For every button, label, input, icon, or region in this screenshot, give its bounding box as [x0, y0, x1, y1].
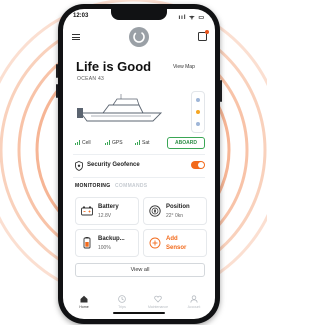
power-button — [220, 80, 222, 102]
top-bar — [63, 25, 215, 51]
nav-label-maintenance: Maintenance — [147, 305, 169, 309]
cell-status: Cell — [75, 137, 91, 149]
geofence-label: Security Geofence — [87, 162, 140, 168]
add-sensor-line1: Add — [166, 236, 178, 242]
view-all-button[interactable]: View all — [75, 263, 205, 277]
tab-monitoring[interactable]: MONITORING — [75, 183, 110, 189]
app-screen: 12:03 ııl ᯤ ▭ Life is Good OCEAN 43 View… — [63, 9, 215, 319]
notifications-icon[interactable] — [198, 30, 209, 41]
geofence-toggle[interactable] — [191, 161, 205, 169]
notch — [111, 9, 167, 20]
aboard-button[interactable]: ABOARD — [167, 137, 205, 149]
geofence-row: Security Geofence — [75, 159, 207, 173]
nav-label-account: Account — [187, 305, 201, 309]
signal-bars-icon — [105, 140, 110, 145]
status-icons: ııl ᯤ ▭ — [178, 15, 205, 21]
phone-frame: 12:03 ııl ᯤ ▭ Life is Good OCEAN 43 View… — [56, 4, 222, 324]
nav-label-trips: Trips — [118, 305, 126, 309]
battery-title: Battery — [98, 204, 119, 210]
nav-item-account[interactable]: Account — [179, 295, 209, 309]
position-value: 22° 0kn — [166, 213, 184, 219]
add-sensor-line2: Sensor — [166, 245, 187, 251]
backup-card[interactable]: Backup... 100% — [75, 229, 139, 257]
volume-down-button — [56, 84, 58, 98]
map-controls[interactable] — [191, 91, 205, 133]
position-title: Position — [166, 204, 190, 210]
battery-value: 12.8V — [98, 213, 112, 219]
connectivity-row: Cell GPS Sat ABOARD — [75, 137, 207, 149]
home-icon — [80, 295, 88, 303]
battery-card[interactable]: Battery 12.8V — [75, 197, 139, 225]
map-location-icon[interactable] — [196, 110, 200, 114]
tab-commands[interactable]: COMMANDS — [115, 183, 147, 189]
hamburger-menu-icon[interactable] — [72, 34, 80, 40]
divider — [73, 177, 205, 178]
home-indicator — [113, 312, 165, 314]
gps-label: GPS — [112, 140, 123, 146]
cell-label: Cell — [82, 140, 91, 146]
map-layer-icon[interactable] — [196, 98, 200, 102]
nav-item-maintenance[interactable]: Maintenance — [143, 295, 173, 309]
heart-icon — [154, 295, 162, 303]
tab-bar: MONITORING COMMANDS — [75, 183, 207, 193]
backup-title: Backup... — [98, 236, 125, 242]
map-zoom-icon[interactable] — [196, 122, 200, 126]
person-icon — [190, 295, 198, 303]
compass-icon — [149, 205, 161, 217]
battery-icon — [81, 206, 93, 216]
position-card[interactable]: Position 22° 0kn — [143, 197, 207, 225]
bottom-nav: Home Trips Maintenance Account — [63, 287, 215, 319]
boat-illustration — [77, 94, 163, 122]
nav-label-home: Home — [79, 305, 89, 309]
view-map-link[interactable]: View Map — [173, 64, 195, 70]
plus-circle-icon — [149, 237, 161, 249]
divider — [73, 154, 205, 155]
app-logo-icon[interactable] — [129, 27, 149, 47]
clock-icon — [118, 295, 126, 303]
add-sensor-card[interactable]: Add Sensor — [143, 229, 207, 257]
vessel-model: OCEAN 43 — [77, 76, 105, 82]
gps-status: GPS — [105, 137, 123, 149]
status-time: 12:03 — [73, 13, 89, 19]
vessel-name: Life is Good — [76, 59, 152, 74]
nav-item-trips[interactable]: Trips — [107, 295, 137, 309]
nav-item-home[interactable]: Home — [69, 295, 99, 309]
signal-bars-icon — [75, 140, 80, 145]
sat-label: Sat — [142, 140, 150, 146]
volume-up-button — [56, 64, 58, 78]
backup-battery-icon — [83, 237, 91, 249]
backup-value: 100% — [98, 245, 111, 251]
shield-icon — [75, 161, 83, 171]
signal-bars-icon — [135, 140, 140, 145]
sat-status: Sat — [135, 137, 150, 149]
